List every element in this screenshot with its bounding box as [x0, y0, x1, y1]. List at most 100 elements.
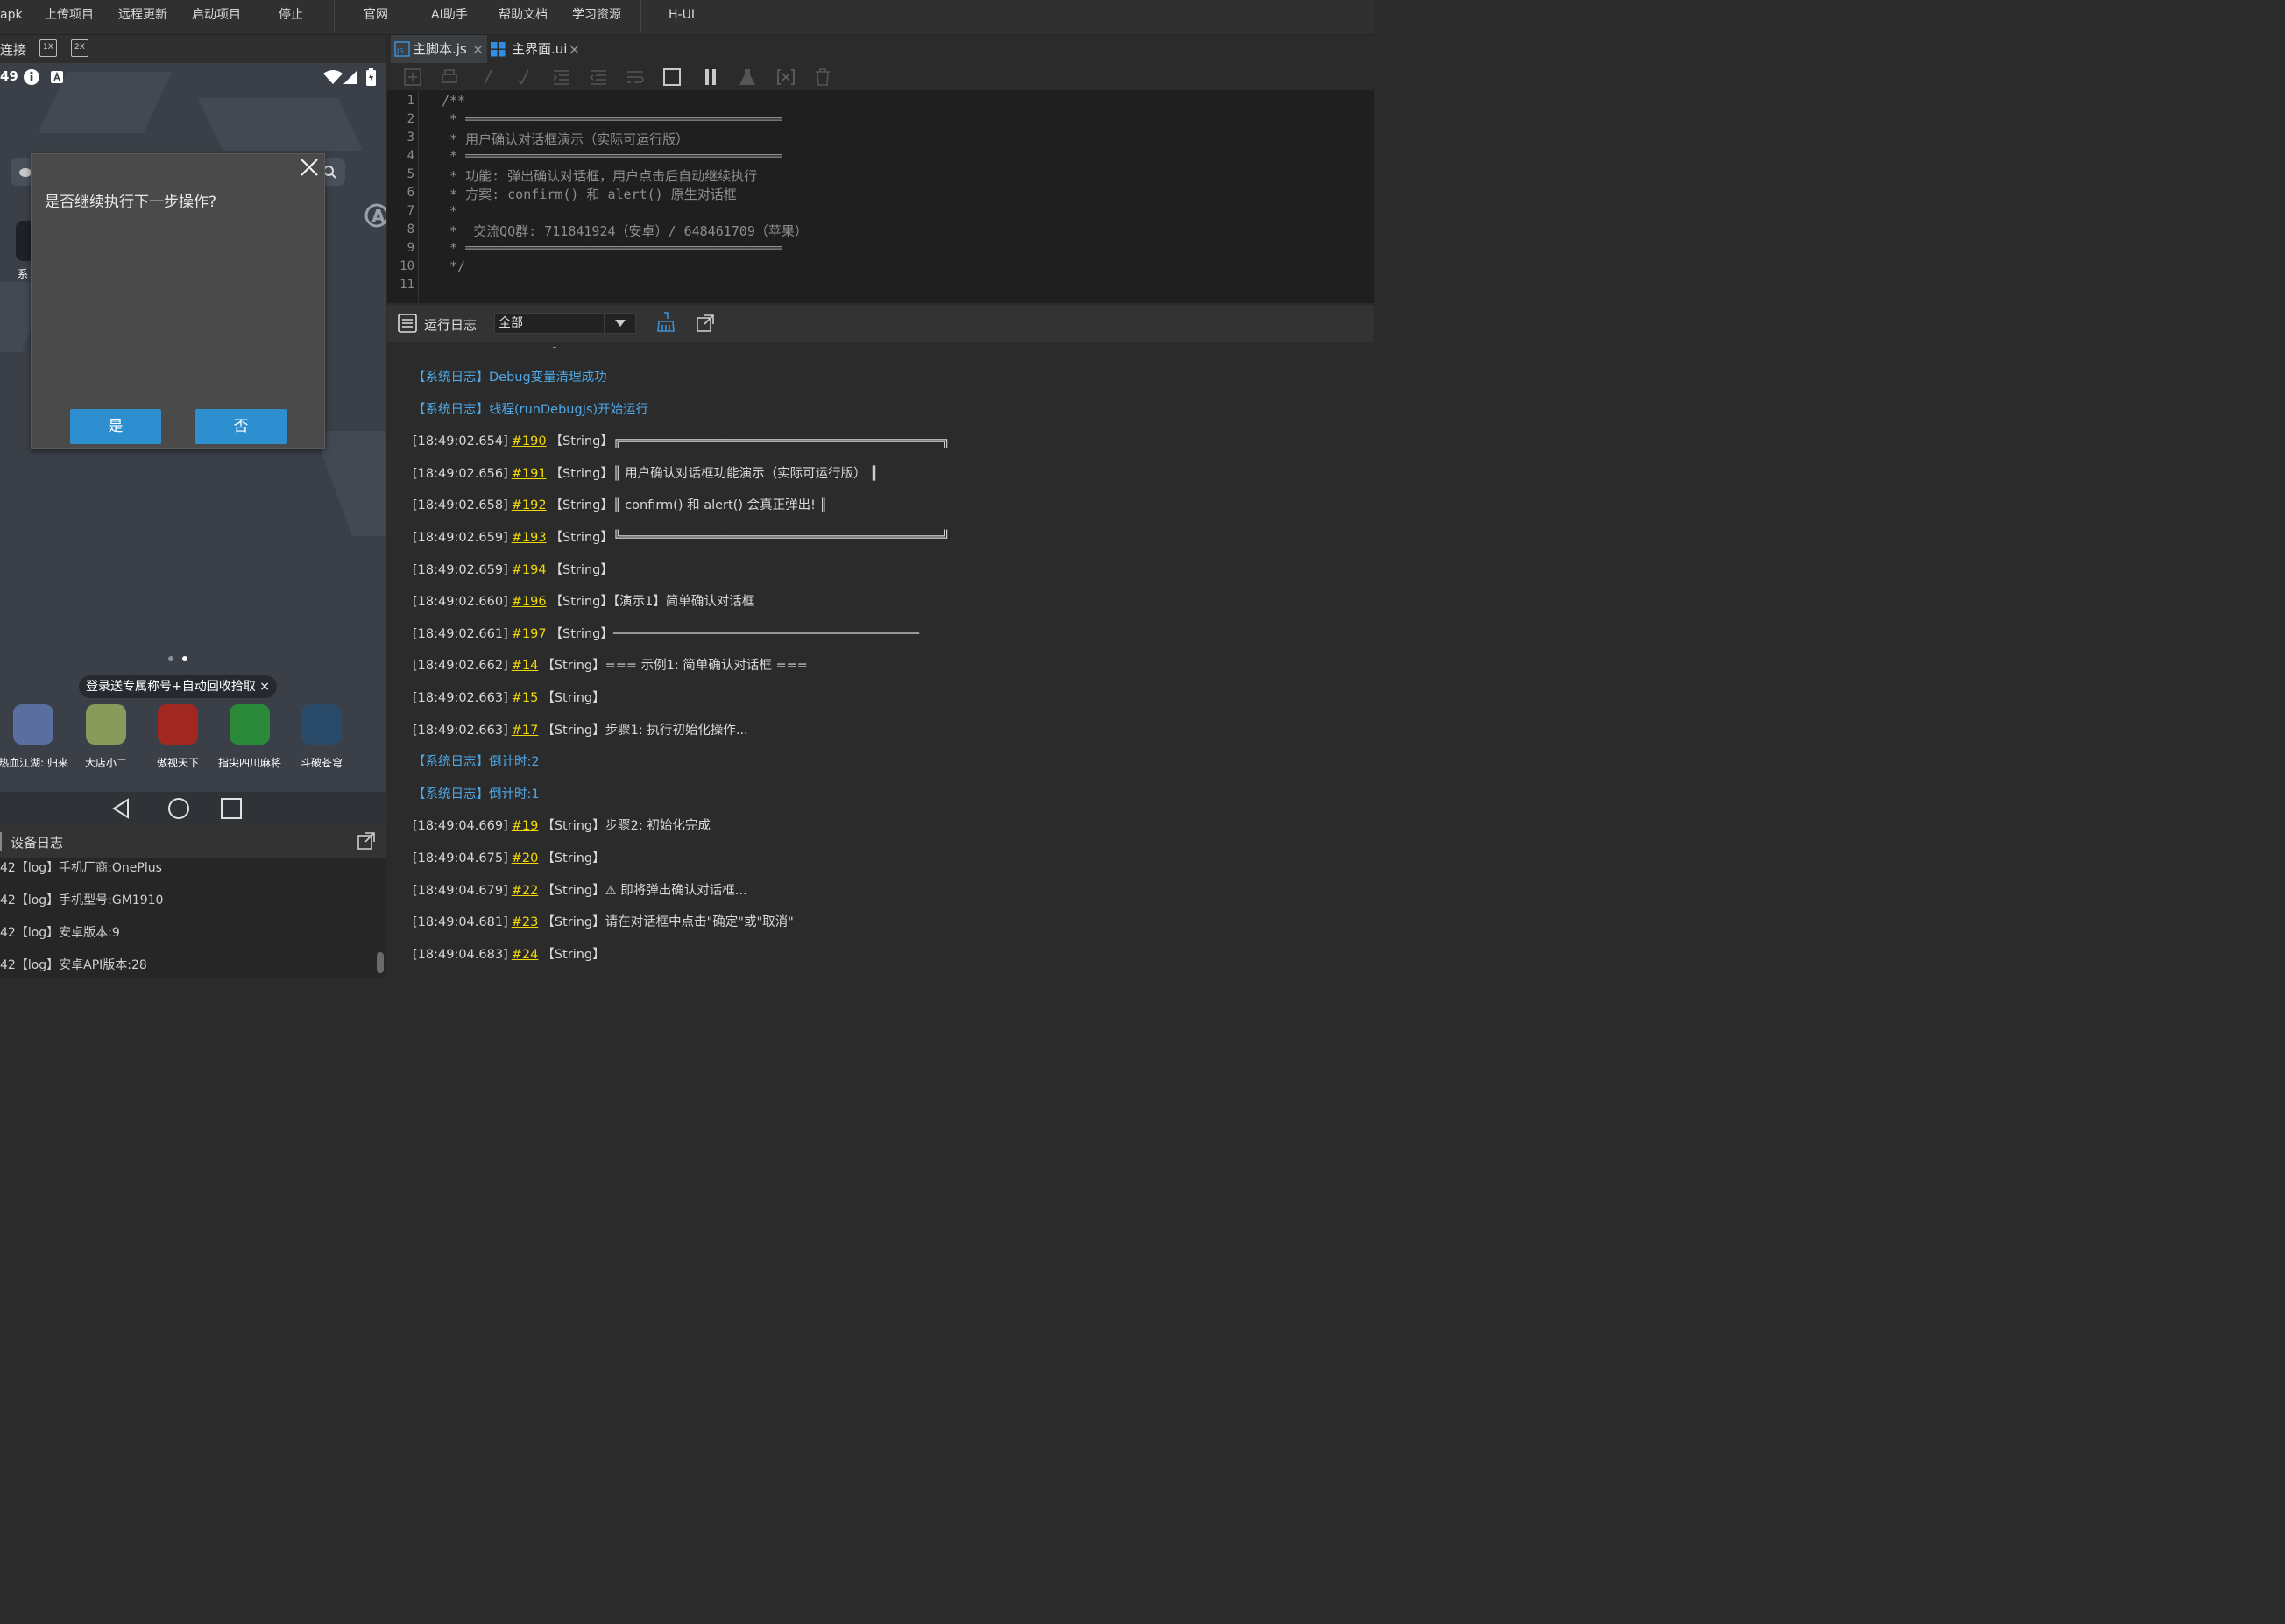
code-line: * ══════════════════════════════════════… [442, 148, 782, 164]
log-source-link[interactable]: #192 [512, 498, 547, 512]
broom-clear-icon[interactable] [656, 312, 676, 333]
indent-icon[interactable] [552, 67, 571, 87]
log-text: 【String】 [541, 947, 605, 962]
app-shortcut[interactable]: 热血江湖: 归来 [0, 704, 68, 770]
app-icon [230, 704, 270, 745]
variables-icon[interactable] [776, 67, 796, 87]
menu-ai-assistant[interactable]: AI助手 [431, 0, 468, 32]
log-source-link[interactable]: #193 [512, 531, 547, 545]
avengers-logo-icon: A [364, 203, 386, 228]
log-source-link[interactable]: #24 [512, 948, 539, 962]
back-icon[interactable] [110, 798, 131, 819]
log-row: [18:49:02.663] #17 【String】步骤1: 执行初始化操作... [413, 720, 748, 738]
pause-icon[interactable] [701, 67, 720, 87]
menu-remote-update[interactable]: 远程更新 [118, 0, 167, 32]
log-text: 【String】 [541, 851, 605, 865]
log-text: 【String】╚═══════════════════════════════… [549, 531, 950, 545]
log-timestamp: [18:49:04.669] [413, 819, 508, 834]
log-source-link[interactable]: #15 [512, 691, 539, 705]
run-log-list[interactable]: 【系统日志】Debug变量清理成功 【系统日志】线程(runDebugJs)开始运… [387, 342, 1374, 977]
print-icon[interactable] [440, 67, 459, 87]
log-source-link[interactable]: #14 [512, 659, 539, 673]
info-icon [24, 69, 39, 85]
log-source-link[interactable]: #22 [512, 884, 539, 898]
android-nav-bar [0, 792, 386, 825]
app-shortcut[interactable]: 傲视天下 [143, 704, 213, 770]
app-label: 斗破苍穹 [300, 757, 343, 769]
app-shortcut[interactable]: 大店小二 [71, 704, 141, 770]
menu-help-docs[interactable]: 帮助文档 [499, 0, 548, 32]
app-shortcut[interactable]: 指尖四川麻将 [215, 704, 285, 770]
log-source-link[interactable]: #20 [512, 851, 539, 865]
line-number: 4 [407, 149, 414, 163]
run-log-title: 运行日志 [424, 317, 478, 333]
app-shortcut[interactable]: 斗破苍穹 [287, 704, 357, 770]
menu-apk[interactable]: apk [0, 0, 23, 32]
line-number: 2 [407, 112, 414, 126]
device-log-row: 42【log】手机厂商:OnePlus [0, 861, 162, 875]
tab-main-ui[interactable]: 主界面.ui [491, 35, 587, 63]
code-editor[interactable]: 1 2 3 4 5 6 7 8 9 10 11 /** * ══════════… [387, 91, 1374, 303]
log-source-link[interactable]: #23 [512, 915, 539, 929]
log-text: 【系统日志】Debug变量清理成功 [413, 371, 607, 385]
log-source-link[interactable]: #194 [512, 563, 547, 577]
tab-label: 主脚本.js [413, 41, 467, 57]
phone-screen[interactable]: 49 系 A 是否继续执行下一步操作? 是 否 登录送专属称号+自动回收拾取 ×… [0, 63, 386, 825]
home-icon[interactable] [167, 797, 190, 820]
log-timestamp: [18:49:02.659] [413, 531, 508, 545]
menu-upload-project[interactable]: 上传项目 [45, 0, 94, 32]
popout-icon[interactable] [696, 314, 715, 333]
log-row: [18:49:04.679] #22 【String】⚠ 即将弹出确认对话框... [413, 880, 747, 899]
device-log-list[interactable]: 42【log】手机厂商:OnePlus 42【log】手机型号:GM1910 4… [0, 858, 386, 977]
log-source-link[interactable]: #191 [512, 467, 547, 481]
code-line: */ [442, 258, 466, 274]
header-accent [0, 832, 2, 851]
add-icon[interactable] [403, 67, 422, 87]
flask-icon[interactable] [738, 67, 757, 87]
menu-learning-resources[interactable]: 学习资源 [572, 0, 621, 32]
menu-official-site[interactable]: 官网 [364, 0, 388, 32]
line-number-gutter: 1 2 3 4 5 6 7 8 9 10 11 [387, 91, 419, 303]
log-source-link[interactable]: #17 [512, 724, 539, 738]
stop-square-icon[interactable] [662, 67, 682, 87]
comment-icon[interactable] [478, 67, 498, 87]
dialog-no-button[interactable]: 否 [195, 409, 287, 444]
format-icon[interactable] [626, 67, 645, 87]
close-tab-icon[interactable] [569, 45, 579, 54]
promo-close-button[interactable]: × [259, 675, 270, 698]
log-text: 【String】【演示1】简单确认对话框 [549, 595, 755, 610]
menu-stop[interactable]: 停止 [279, 0, 303, 32]
delete-icon[interactable] [813, 67, 832, 87]
line-number: 8 [407, 222, 414, 237]
promo-banner[interactable]: 登录送专属称号+自动回收拾取 × [79, 675, 277, 698]
close-icon[interactable] [298, 156, 321, 179]
log-timestamp: [18:49:02.660] [413, 595, 508, 610]
app-icon [158, 704, 198, 745]
log-source-link[interactable]: #190 [512, 434, 547, 448]
log-source-link[interactable]: #19 [512, 819, 539, 833]
uncomment-icon[interactable] [515, 67, 534, 87]
log-row: [18:49:02.660] #196 【String】【演示1】简单确认对话框 [413, 591, 754, 610]
tab-main-script[interactable]: JS 主脚本.js [391, 35, 487, 63]
log-text: 【String】 [549, 562, 613, 577]
log-row: [18:49:04.669] #19 【String】步骤2: 初始化完成 [413, 816, 711, 834]
recents-icon[interactable] [221, 798, 242, 819]
popout-icon[interactable] [357, 831, 376, 851]
log-source-link[interactable]: #197 [512, 627, 547, 641]
dialog-yes-button[interactable]: 是 [70, 409, 161, 444]
device-log-row: 42【log】手机型号:GM1910 [0, 893, 164, 907]
log-text: 【String】步骤1: 执行初始化操作... [541, 723, 748, 738]
close-tab-icon[interactable] [473, 45, 483, 54]
menu-divider [640, 0, 641, 32]
device-log-scrollbar[interactable] [377, 952, 384, 973]
scale-1x-button[interactable]: 1X [39, 39, 57, 57]
log-source-link[interactable]: #196 [512, 595, 547, 609]
menu-start-project[interactable]: 启动项目 [192, 0, 241, 32]
menu-h-ui[interactable]: H-UI [669, 0, 695, 32]
connect-button[interactable]: 连接 [0, 40, 26, 59]
log-text: 【String】 [541, 691, 605, 705]
line-number: 6 [407, 186, 414, 200]
scale-2x-button[interactable]: 2X [71, 39, 88, 57]
log-filter-select[interactable]: 全部 [494, 313, 636, 334]
outdent-icon[interactable] [589, 67, 608, 87]
